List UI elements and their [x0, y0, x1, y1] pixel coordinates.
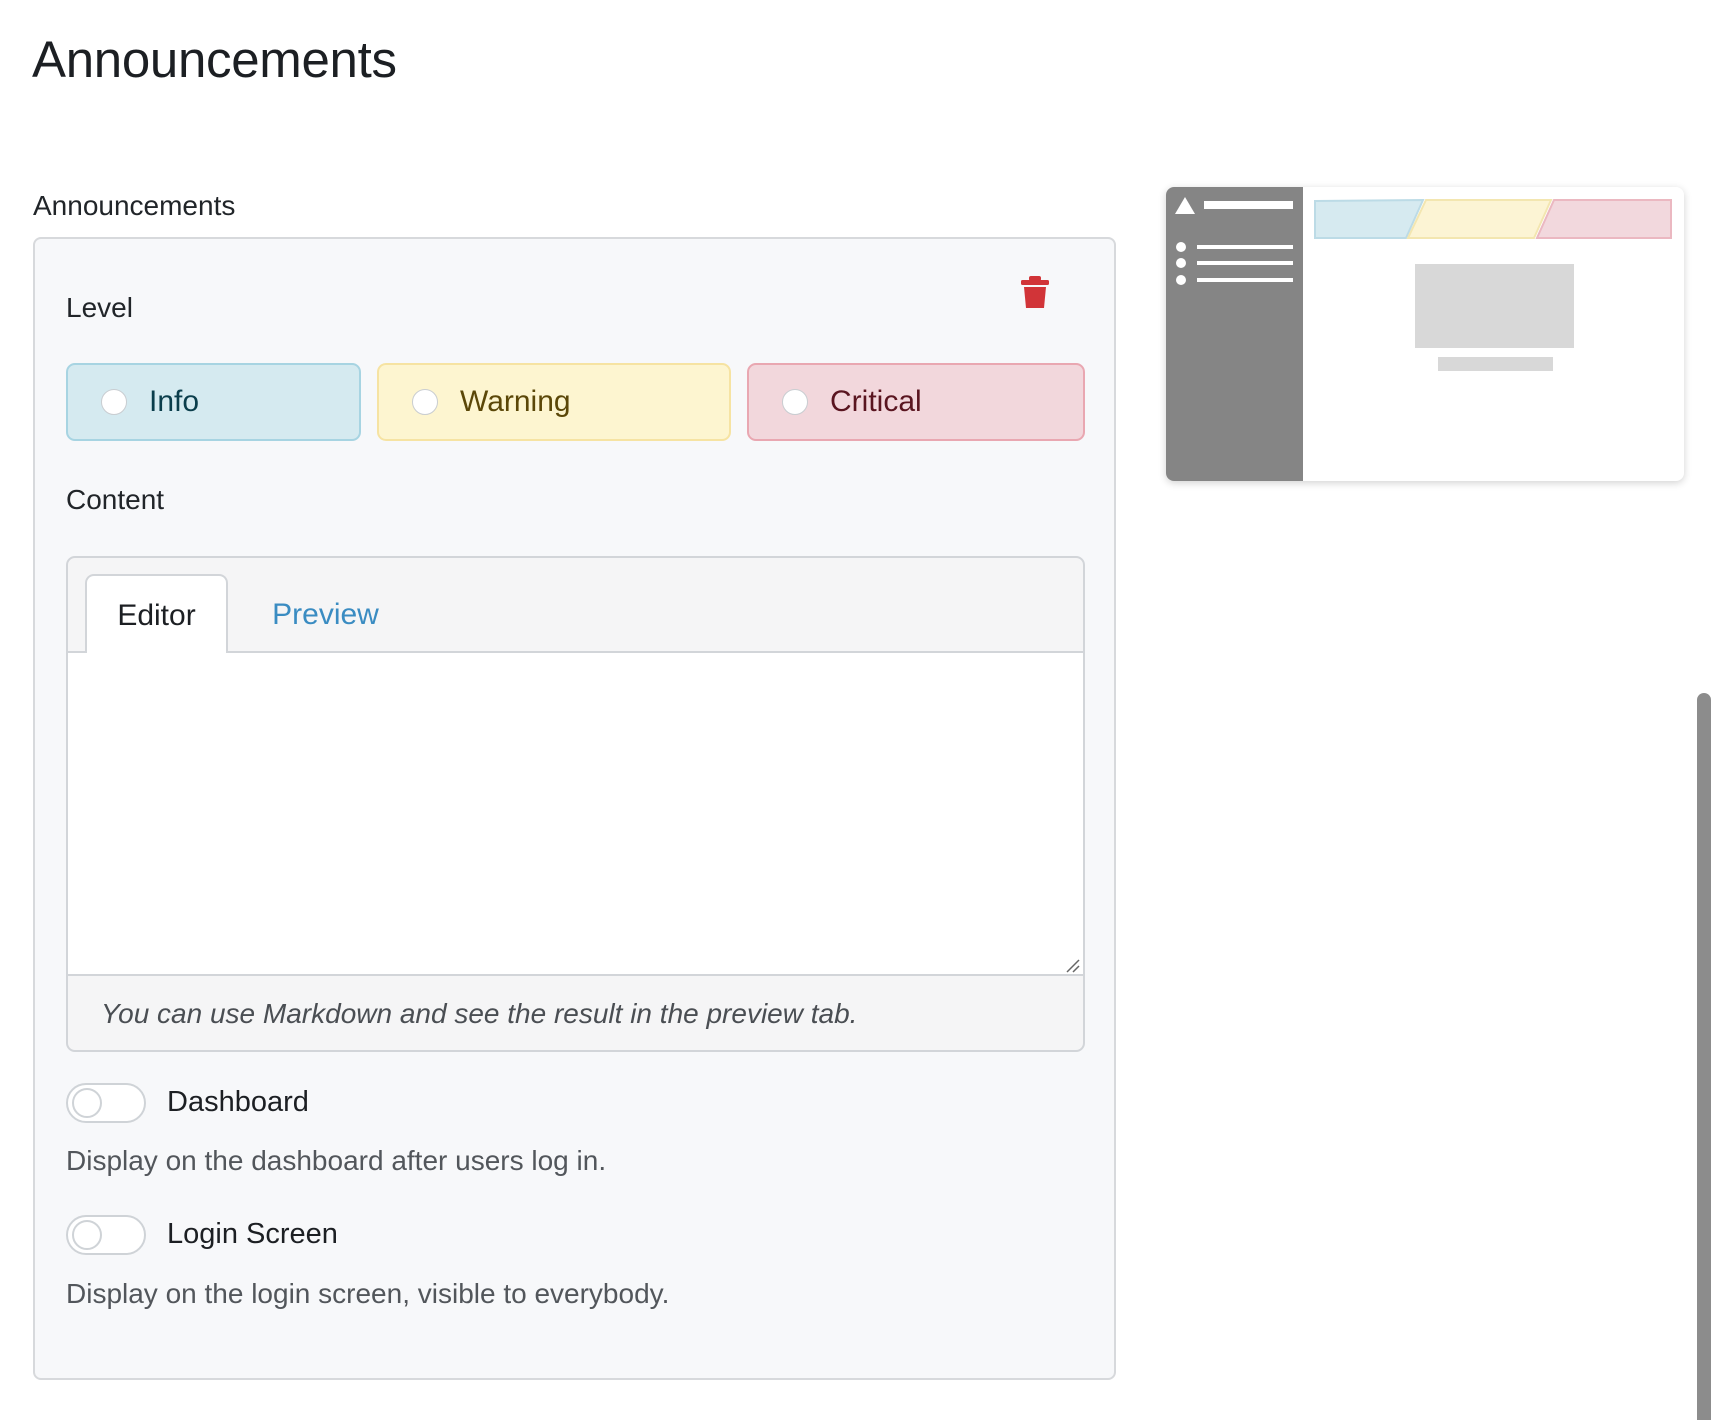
login-screen-toggle-help: Display on the login screen, visible to … [66, 1278, 670, 1309]
content-editor: Editor Preview You can use Markdown and … [66, 556, 1085, 1052]
tab-editor[interactable]: Editor [85, 574, 228, 655]
tab-preview[interactable]: Preview [243, 574, 408, 655]
dashboard-toggle[interactable] [66, 1083, 146, 1123]
level-option-label: Warning [460, 385, 571, 418]
announcement-preview-illustration [1166, 187, 1684, 481]
illustration-graphic [1166, 187, 1672, 481]
level-option-label: Info [149, 385, 200, 418]
content-label: Content [66, 484, 165, 515]
editor-tab-bar: Editor Preview [68, 558, 1083, 655]
page-scrollbar[interactable] [1697, 693, 1711, 1420]
trash-icon [1021, 276, 1049, 308]
level-option-info[interactable]: Info [66, 363, 361, 441]
login-screen-toggle-label: Login Screen [167, 1218, 338, 1250]
page-title: Announcements [32, 31, 397, 88]
login-screen-toggle[interactable] [66, 1215, 146, 1255]
toggle-knob [72, 1220, 102, 1250]
info-radio[interactable] [101, 389, 127, 415]
section-label: Announcements [33, 190, 236, 221]
level-option-critical[interactable]: Critical [747, 363, 1085, 441]
level-label: Level [66, 292, 133, 323]
level-option-label: Critical [830, 385, 922, 418]
resize-handle-icon[interactable] [1063, 956, 1081, 974]
delete-announcement-button[interactable] [1018, 274, 1052, 310]
dashboard-toggle-help: Display on the dashboard after users log… [66, 1145, 607, 1176]
editor-hint: You can use Markdown and see the result … [101, 998, 858, 1029]
announcements-page: Announcements Announcements Level Info W… [0, 0, 1712, 1420]
dashboard-toggle-label: Dashboard [167, 1086, 309, 1118]
content-textarea[interactable] [68, 653, 1083, 976]
warning-radio[interactable] [412, 389, 438, 415]
critical-radio[interactable] [782, 389, 808, 415]
toggle-knob [72, 1088, 102, 1118]
level-option-warning[interactable]: Warning [377, 363, 731, 441]
